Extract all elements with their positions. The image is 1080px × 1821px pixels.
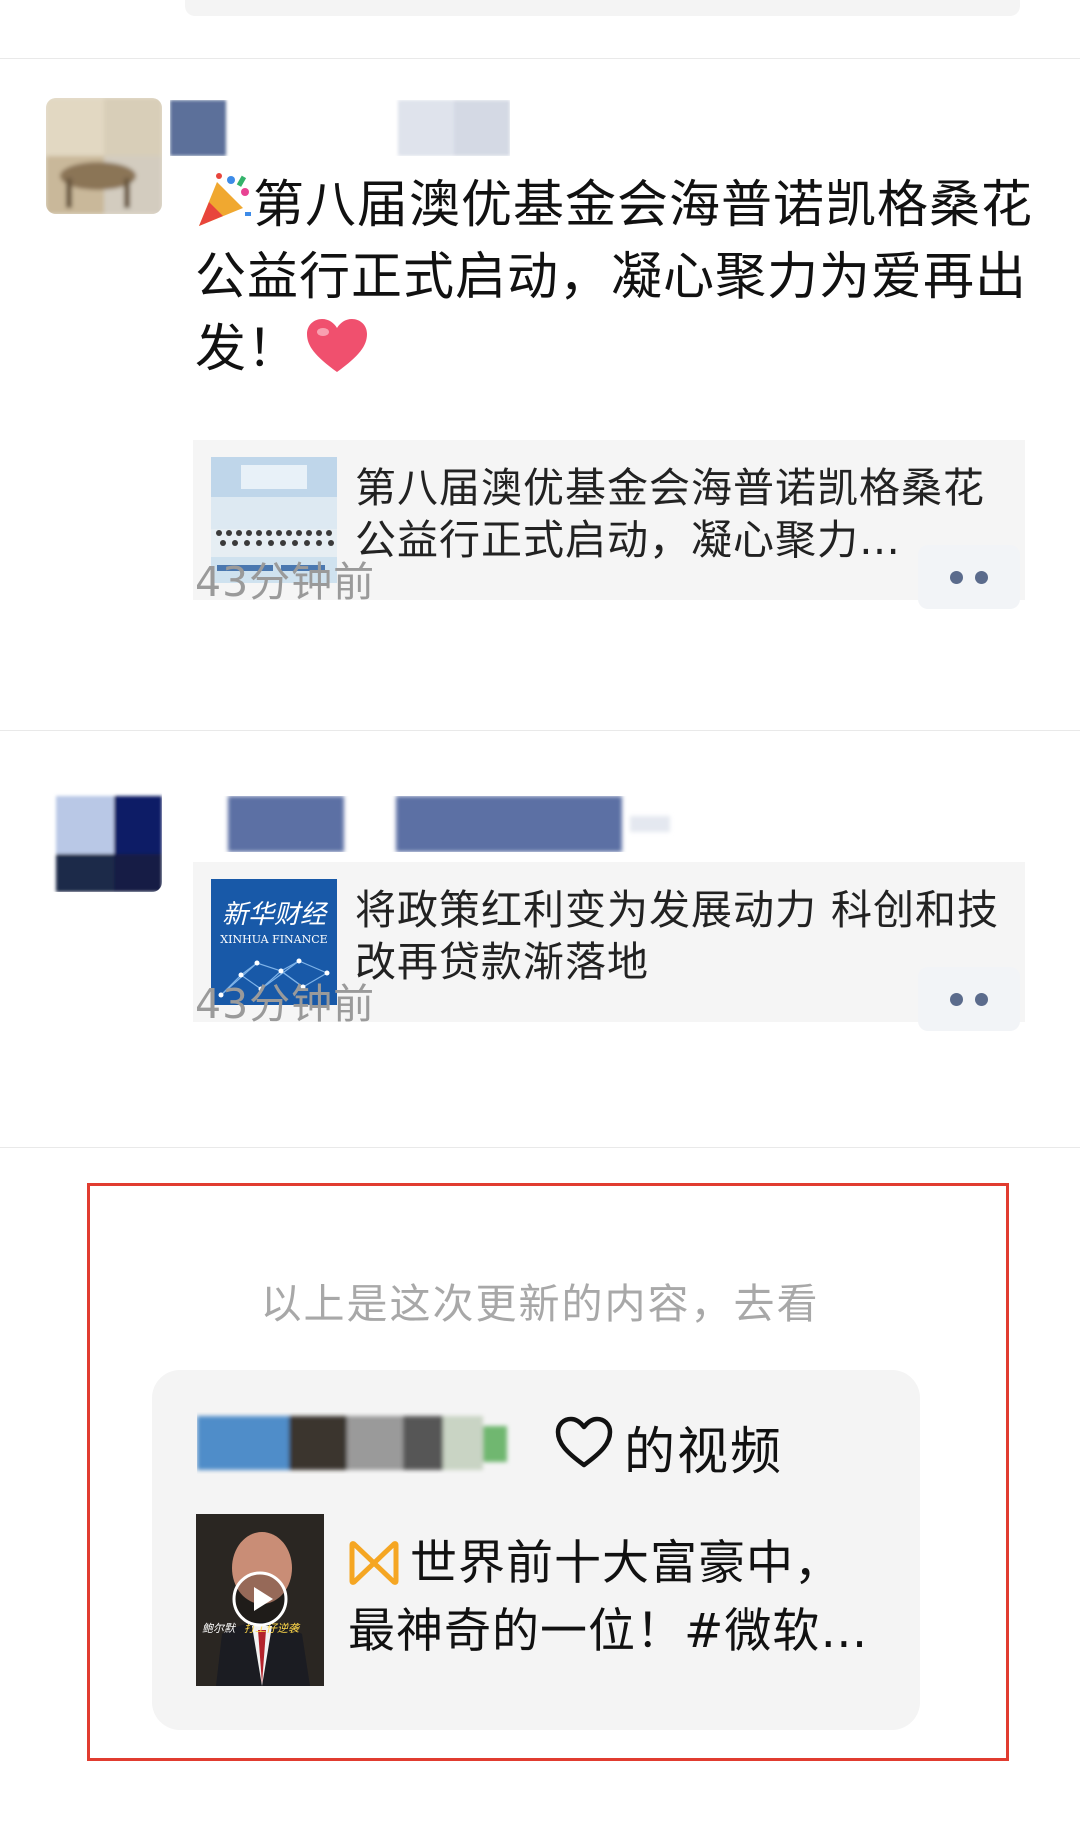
heart-emoji-icon	[305, 318, 369, 374]
play-icon	[232, 1571, 288, 1627]
heart-outline-icon	[554, 1415, 614, 1471]
logo-en-text: XINHUA FINANCE	[220, 933, 327, 946]
more-dots-icon	[950, 992, 963, 1006]
party-popper-icon	[195, 172, 253, 230]
channels-icon	[348, 1536, 400, 1585]
divider	[0, 730, 1080, 731]
nickname[interactable]	[170, 100, 510, 156]
more-dots-icon	[950, 570, 963, 584]
video-title: 世界前十大富豪中，最神奇的一位！#微软…	[348, 1536, 869, 1659]
more-actions-button[interactable]	[918, 967, 1020, 1031]
video-suffix-label: 的视频	[624, 1423, 784, 1482]
divider	[0, 58, 1080, 59]
more-actions-button[interactable]	[918, 545, 1020, 609]
previous-link-card-edge	[185, 0, 1020, 16]
post-time: 43分钟前	[195, 558, 376, 606]
post-time: 43分钟前	[195, 980, 376, 1028]
creator-name[interactable]	[197, 1412, 527, 1474]
avatar[interactable]	[46, 776, 162, 892]
logo-cn-text: 新华财经	[222, 900, 329, 930]
update-hint: 以上是这次更新的内容，去看	[260, 1280, 820, 1328]
link-title: 将政策红利变为发展动力 科创和技改再贷款渐落地	[355, 886, 1000, 986]
link-title: 第八届澳优基金会海普诺凯格桑花公益行正式启动，凝心聚力…	[355, 464, 985, 564]
nickname[interactable]	[200, 796, 700, 852]
video-card[interactable]: 的视频 鲍尔默 打工仔逆袭 世界前十大富豪中，最神奇的一位！#微软…	[152, 1370, 920, 1730]
video-thumbnail[interactable]: 鲍尔默 打工仔逆袭	[196, 1514, 324, 1686]
divider	[0, 1147, 1080, 1148]
post-text: 第八届澳优基金会海普诺凯格桑花公益行正式启动，凝心聚力为爱再出发！	[195, 170, 1045, 386]
avatar[interactable]	[46, 98, 162, 214]
